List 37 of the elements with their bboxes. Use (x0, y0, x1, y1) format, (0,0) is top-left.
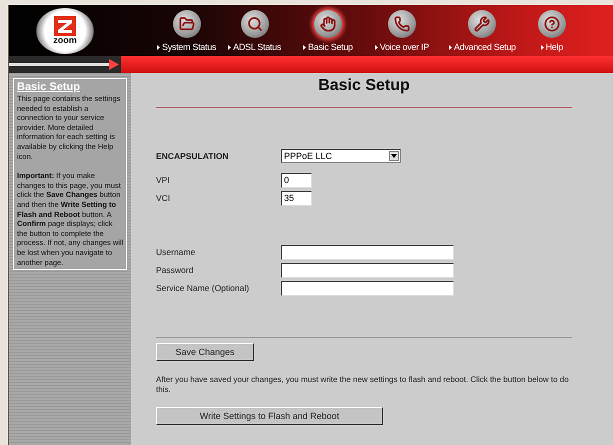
triangle-icon (303, 44, 306, 50)
input-field[interactable] (281, 244, 454, 260)
field-label: ENCAPSULATION (156, 151, 230, 161)
zoom-logo: zoom (36, 8, 94, 54)
nav-tab[interactable]: Help (532, 5, 572, 56)
help-title: Basic Setup (17, 81, 81, 93)
nav-tab[interactable]: Basic Setup (297, 5, 359, 56)
field-label: VCI (156, 193, 172, 203)
nav-tab[interactable]: Voice over IP (368, 5, 435, 56)
help-icon (544, 16, 560, 32)
caret-icon (391, 154, 397, 158)
triangle-icon (228, 44, 232, 50)
page-title: Basic Setup (318, 77, 410, 95)
search-icon (246, 16, 263, 32)
write-button[interactable]: Write Settings to Flash and Reboot (156, 407, 383, 425)
nav-tab[interactable]: System Status (151, 5, 222, 56)
nav-tab[interactable]: ADSL Status (222, 5, 288, 56)
folder-icon (178, 16, 195, 32)
input-field[interactable]: 35 (281, 190, 312, 206)
field-label: Service Name (Optional) (156, 283, 250, 293)
nav-tab[interactable]: Advanced Setup (442, 5, 522, 56)
triangle-icon (540, 44, 544, 50)
wrench-icon (474, 16, 490, 32)
phone-icon (394, 16, 410, 32)
triangle-icon (157, 44, 160, 50)
input-field[interactable]: 0 (281, 172, 312, 188)
field-label: VPI (156, 175, 171, 185)
triangle-icon (448, 44, 452, 50)
hand-icon (320, 16, 336, 32)
field-label: Password (156, 265, 194, 275)
save-button[interactable]: Save Changes (156, 343, 254, 361)
note-text: After you have saved your changes, you must write the new settings to flash and reboot. Click the button below to do this. (156, 375, 570, 395)
input-field[interactable] (281, 280, 454, 296)
field-label: Username (156, 247, 196, 257)
encapsulation-select[interactable]: PPPoE LLC (281, 149, 401, 163)
input-field[interactable] (281, 262, 454, 278)
triangle-icon (374, 44, 378, 50)
